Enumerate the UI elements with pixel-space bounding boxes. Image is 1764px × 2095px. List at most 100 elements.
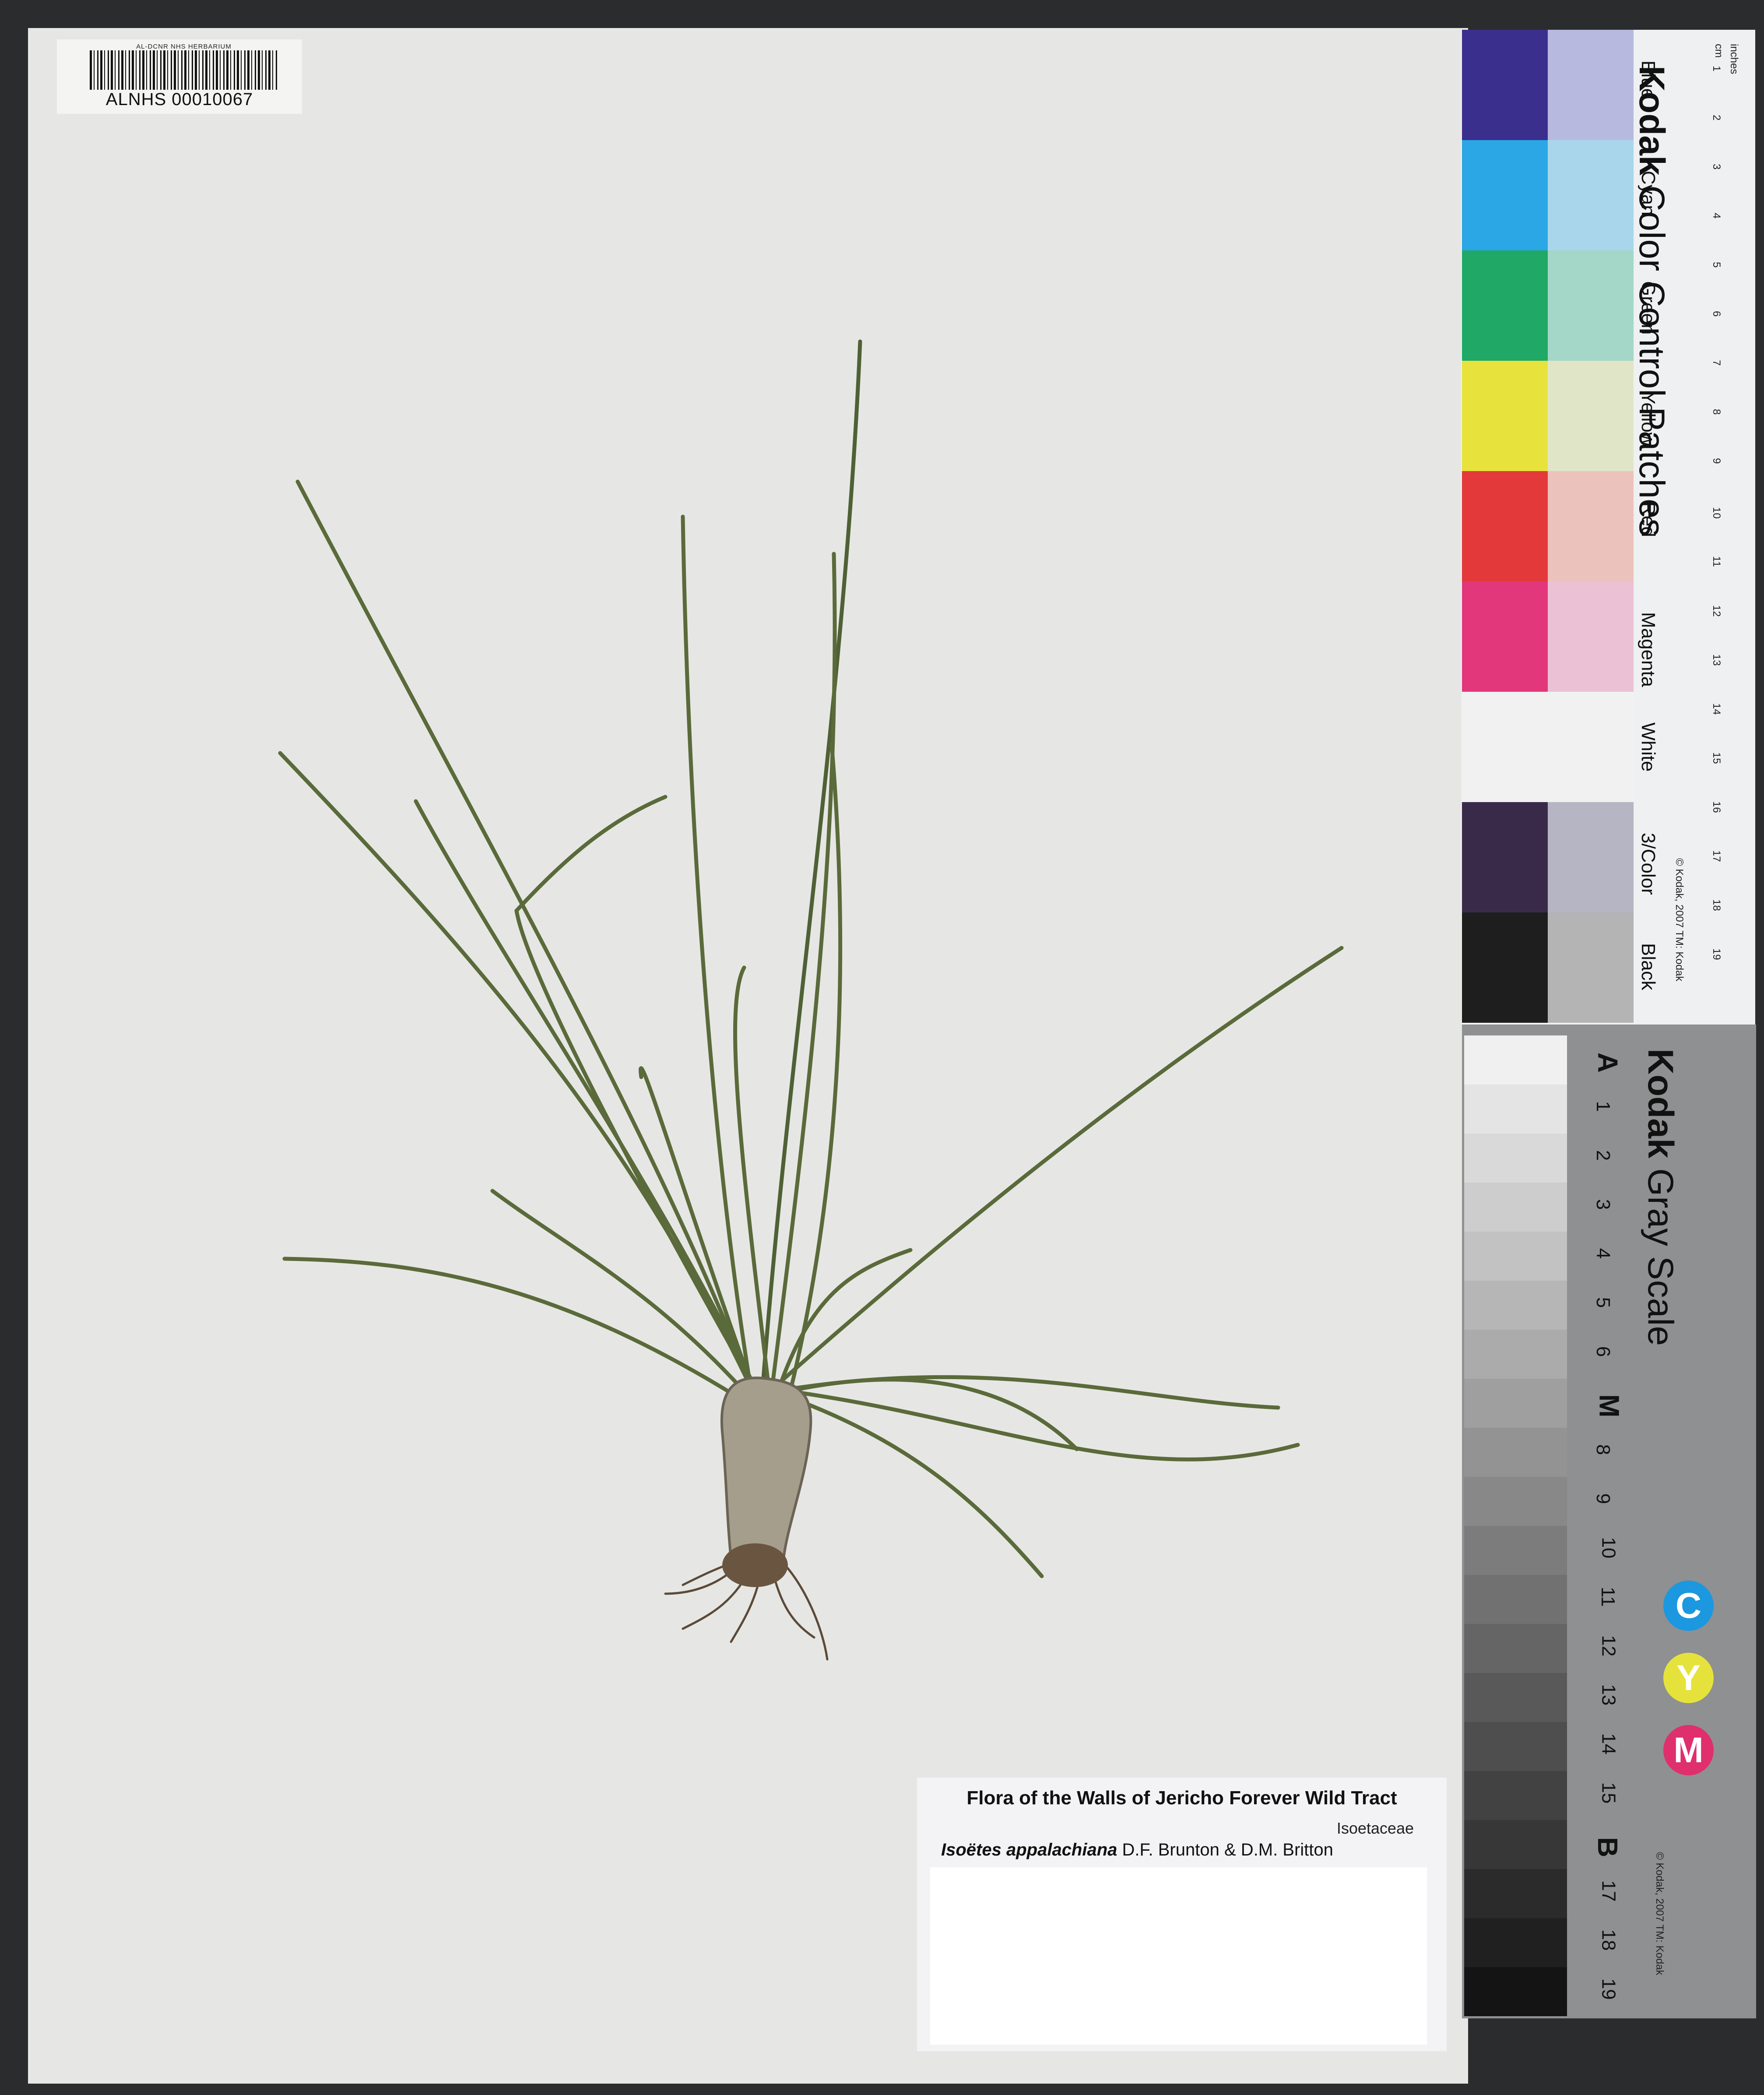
cym-marker: C (1663, 1581, 1714, 1631)
gray-step (1464, 1869, 1567, 1918)
gray-step (1464, 1281, 1567, 1330)
leaf (282, 1257, 746, 1403)
cym-marker: M (1663, 1725, 1714, 1775)
color-patch-light (1548, 581, 1634, 692)
ruler-cm-label: 13 (1711, 654, 1722, 666)
color-patch-label: 3/Color (1637, 833, 1659, 895)
gray-step-label: 8 (1592, 1444, 1614, 1455)
color-card-subtitle: Color Control Patches (1632, 185, 1672, 537)
gray-step (1464, 1575, 1567, 1624)
specimen-label: Flora of the Walls of Jericho Forever Wi… (917, 1778, 1447, 2051)
color-patch-dark (1462, 140, 1548, 250)
gray-step-label: M (1593, 1394, 1625, 1418)
gray-step (1464, 1624, 1567, 1673)
gray-step (1464, 1232, 1567, 1281)
color-patch-dark (1462, 361, 1548, 471)
color-patch-dark (1462, 30, 1548, 140)
label-title: Flora of the Walls of Jericho Forever Wi… (966, 1787, 1397, 1809)
taxon-name: Isoëtes appalachiana (941, 1840, 1117, 1859)
ruler-cm-label: 3 (1711, 164, 1722, 170)
ruler-cm-label: 16 (1711, 801, 1722, 813)
gray-step-label: B (1592, 1837, 1624, 1858)
ruler-cm-label: 10 (1711, 507, 1722, 519)
leaf (759, 339, 862, 1403)
leaf (786, 1394, 1044, 1578)
gray-step (1464, 1918, 1567, 1967)
color-patch-dark (1462, 471, 1548, 581)
gray-step-label: 5 (1592, 1297, 1614, 1308)
color-patch-light (1548, 140, 1634, 250)
ruler-cm-label: 5 (1711, 262, 1722, 268)
ruler-cm-label: 19 (1711, 948, 1722, 960)
gray-step-label: 4 (1592, 1248, 1614, 1259)
gray-step-label: 6 (1592, 1346, 1614, 1357)
gray-step-label: 15 (1598, 1782, 1620, 1804)
color-patch-dark (1462, 912, 1548, 1023)
taxon-authors: D.F. Brunton & D.M. Britton (1117, 1840, 1333, 1859)
root-mass (722, 1543, 788, 1587)
color-patch-light (1548, 912, 1634, 1023)
color-patch-light (1548, 692, 1634, 802)
gray-step (1464, 1526, 1567, 1575)
ruler-cm-label: 7 (1711, 360, 1722, 366)
gray-card-brand: Kodak (1641, 1049, 1680, 1158)
color-patch-light (1548, 802, 1634, 912)
ruler-cm-label: 9 (1711, 458, 1722, 464)
color-patch-light (1548, 30, 1634, 140)
color-patch-light (1548, 250, 1634, 361)
gray-step (1464, 1183, 1567, 1232)
gray-step (1464, 1820, 1567, 1869)
gray-step-label: 14 (1598, 1733, 1620, 1755)
gray-card-title: Kodak Gray Scale (1640, 1049, 1681, 1346)
gray-step-label: 2 (1592, 1150, 1614, 1161)
gray-card-subtitle: Gray Scale (1641, 1168, 1680, 1346)
leaf (278, 751, 759, 1403)
color-card-brand: Kodak (1632, 66, 1672, 176)
ruler-cm-label: 12 (1711, 605, 1722, 617)
ruler-unit-inches: inches (1728, 44, 1740, 74)
label-taxon: Isoëtes appalachiana D.F. Brunton & D.M.… (941, 1840, 1333, 1860)
ruler-cm-label: 2 (1711, 115, 1722, 121)
color-patch-dark (1462, 581, 1548, 692)
color-card-title: Kodak Color Control Patches (1631, 66, 1672, 537)
color-patch-label: White (1637, 722, 1659, 772)
color-patch-dark (1462, 692, 1548, 802)
gray-step-label: 9 (1592, 1493, 1614, 1504)
gray-card-copyright: © Kodak, 2007 TM: Kodak (1654, 1852, 1666, 1975)
gray-step-label: 18 (1598, 1929, 1620, 1951)
gray-step-label: 3 (1592, 1199, 1614, 1210)
color-patch-label: Magenta (1637, 612, 1659, 687)
color-patch-label: Black (1637, 943, 1659, 990)
ruler-cm-label: 6 (1711, 311, 1722, 317)
gray-step-label: 10 (1598, 1537, 1620, 1559)
gray-step (1464, 1035, 1567, 1084)
gray-step (1464, 1722, 1567, 1771)
ruler-cm-label: 15 (1711, 752, 1722, 764)
leaf (781, 946, 1344, 1381)
gray-step-label: 1 (1592, 1101, 1614, 1112)
gray-step (1464, 1330, 1567, 1379)
ruler-cm-label: 18 (1711, 899, 1722, 911)
ruler-cm-label: 11 (1711, 556, 1722, 567)
color-patch-light (1548, 471, 1634, 581)
gray-step (1464, 1134, 1567, 1183)
gray-step (1464, 1771, 1567, 1820)
cym-marker: Y (1663, 1653, 1714, 1703)
ruler-cm-label: 4 (1711, 213, 1722, 219)
color-patch-dark (1462, 250, 1548, 361)
gray-step-label: 13 (1598, 1684, 1620, 1706)
gray-step (1464, 1673, 1567, 1722)
ruler-unit-cm: cm (1713, 44, 1725, 58)
gray-step-label: A (1592, 1052, 1624, 1073)
corm (720, 1377, 812, 1560)
color-card-copyright: © Kodak, 2007 TM: Kodak (1673, 858, 1685, 982)
gray-step (1464, 1428, 1567, 1477)
gray-step-label: 11 (1597, 1587, 1619, 1607)
gray-step-label: 19 (1598, 1978, 1620, 2000)
label-family: Isoetaceae (1336, 1819, 1414, 1837)
ruler-cm-label: 8 (1711, 409, 1722, 415)
color-patch-dark (1462, 802, 1548, 912)
ruler-cm-label: 1 (1711, 66, 1722, 72)
gray-step-label: 12 (1598, 1635, 1620, 1657)
gray-step-label: 17 (1598, 1880, 1620, 1902)
